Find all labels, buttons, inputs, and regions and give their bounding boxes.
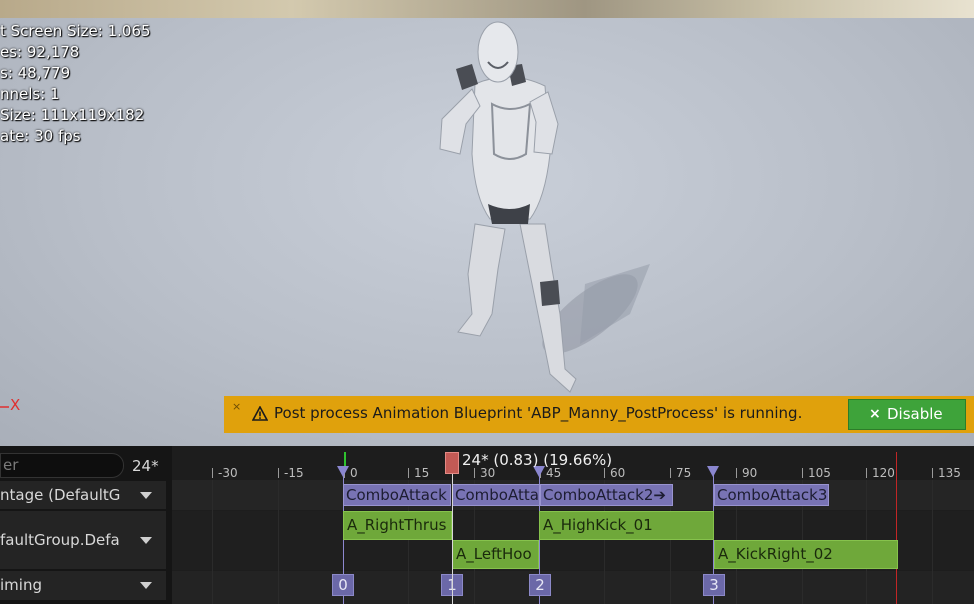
section-combo-attack-2[interactable]: ComboAttack2➔ [540, 484, 673, 506]
tick-mark [932, 468, 933, 478]
segment-kick-right[interactable]: A_KickRight_02 [714, 540, 898, 569]
grid-line [932, 480, 933, 604]
chevron-down-icon[interactable] [140, 582, 152, 589]
track-filter-input[interactable]: er [0, 453, 124, 478]
tick-label: -15 [284, 466, 304, 480]
axis-x-label: X [10, 396, 21, 414]
notification-close-icon[interactable]: × [232, 400, 241, 413]
stat-vertices: es: 92,178 [0, 43, 80, 61]
section-combo-attack[interactable]: ComboAttack [343, 484, 451, 506]
disable-button[interactable]: × Disable [848, 399, 966, 430]
tick-mark [408, 468, 409, 478]
section-marker-icon[interactable] [337, 466, 349, 477]
grid-line [278, 480, 279, 604]
tick-label: 120 [872, 466, 895, 480]
scrubber-position-label: 24* (0.83) (19.66%) [462, 451, 613, 469]
tick-mark [474, 468, 475, 478]
segment-right-thrust[interactable]: A_RightThrus [343, 511, 452, 540]
chevron-down-icon[interactable] [140, 492, 152, 499]
grid-line [212, 480, 213, 604]
notify-marker-0[interactable]: 0 [332, 574, 354, 596]
tick-label: -30 [218, 466, 238, 480]
tick-label: 135 [938, 466, 961, 480]
stat-screen-size: t Screen Size: 1.065 [0, 22, 151, 40]
chevron-down-icon[interactable] [140, 537, 152, 544]
tick-mark [736, 468, 737, 478]
track-default-group[interactable]: faultGroup.Defa [0, 511, 166, 569]
notify-marker-2[interactable]: 2 [529, 574, 551, 596]
tick-mark [278, 468, 279, 478]
frame-count-label: 24* [132, 457, 159, 475]
stat-triangles: s: 48,779 [0, 64, 71, 82]
track-timing[interactable]: iming [0, 571, 166, 600]
end-marker [896, 452, 897, 604]
track-montage-label: ntage (DefaultG [0, 486, 121, 504]
notify-marker-3[interactable]: 3 [703, 574, 725, 596]
timing-row [172, 571, 974, 604]
tick-label: 15 [414, 466, 430, 480]
stat-approx-size: Size: 111x119x182 [0, 106, 145, 124]
close-icon: × [869, 406, 881, 422]
tick-label: 90 [742, 466, 758, 480]
tick-label: 105 [808, 466, 831, 480]
start-marker [344, 452, 346, 466]
section-combo-attack-3[interactable]: ComboAttack3 [714, 484, 829, 506]
tick-mark [802, 468, 803, 478]
scrubber-handle[interactable] [445, 452, 459, 474]
warning-icon [252, 406, 268, 421]
segment-left-hook[interactable]: A_LeftHoo [452, 540, 539, 569]
tick-mark [866, 468, 867, 478]
section-combo-attack-1[interactable]: ComboAtta [452, 484, 540, 506]
tick-label: 75 [676, 466, 692, 480]
tick-mark [212, 468, 213, 478]
tick-label: 0 [350, 466, 358, 480]
notification-message: Post process Animation Blueprint 'ABP_Ma… [274, 404, 803, 422]
section-marker-icon[interactable] [707, 466, 719, 477]
postprocess-notification: × Post process Animation Blueprint 'ABP_… [224, 396, 974, 433]
mannequin-character [439, 21, 650, 393]
animation-viewport[interactable]: t Screen Size: 1.065 es: 92,178 s: 48,77… [0, 0, 974, 446]
track-timing-label: iming [0, 576, 42, 594]
tick-mark [604, 468, 605, 478]
tick-label: 60 [610, 466, 626, 480]
stat-framerate: ate: 30 fps [0, 127, 81, 145]
stat-uv-channels: nnels: 1 [0, 85, 60, 103]
scrubber-line [452, 472, 453, 604]
segment-high-kick[interactable]: A_HighKick_01 [539, 511, 714, 540]
track-default-group-label: faultGroup.Defa [0, 531, 120, 549]
disable-button-label: Disable [887, 405, 943, 423]
tick-mark [670, 468, 671, 478]
track-montage[interactable]: ntage (DefaultG [0, 481, 166, 509]
